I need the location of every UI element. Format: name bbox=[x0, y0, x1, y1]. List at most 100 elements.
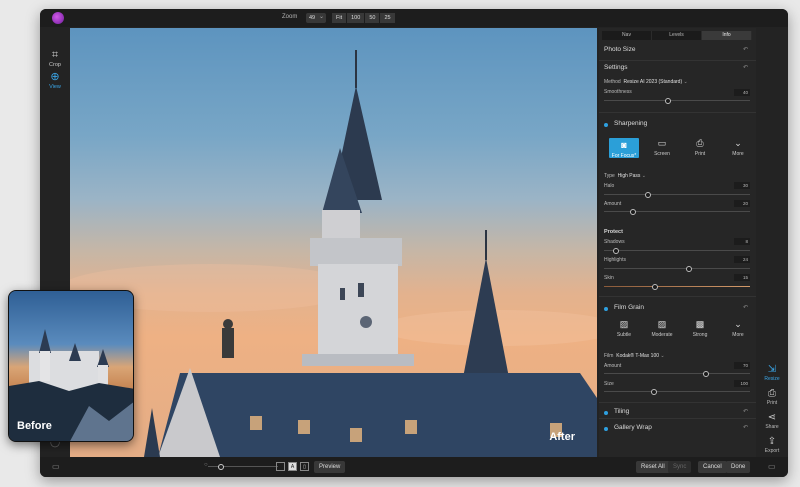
done-button[interactable]: Done bbox=[726, 461, 751, 473]
single-view-icon[interactable] bbox=[276, 462, 285, 471]
amount-slider[interactable] bbox=[604, 208, 750, 215]
halo-knob[interactable] bbox=[644, 191, 651, 198]
skin-slider[interactable] bbox=[604, 283, 750, 290]
reset-gallery-wrap-icon[interactable]: ↶ bbox=[743, 424, 748, 431]
grain-size-label: Size bbox=[604, 381, 614, 387]
film-row[interactable]: Film Kodak® T-Max 100 bbox=[604, 353, 665, 359]
sharpening-header[interactable]: Sharpening bbox=[599, 112, 756, 132]
zoom-out-icon[interactable]: ○ bbox=[204, 462, 208, 468]
gallery-wrap-header[interactable]: Gallery Wrap ↶ bbox=[599, 418, 756, 434]
type-row[interactable]: Type High Pass bbox=[604, 173, 646, 179]
preset-for-focus[interactable]: ◙ For Focus* bbox=[609, 138, 639, 159]
zoom-fit-button[interactable]: Fit bbox=[332, 13, 347, 23]
grain-amount-slider[interactable] bbox=[604, 370, 750, 377]
tab-levels[interactable]: Levels bbox=[652, 31, 702, 40]
zoom-25-button[interactable]: 25 bbox=[380, 13, 395, 23]
highlights-knob[interactable] bbox=[685, 265, 692, 272]
crop-tool[interactable]: ⌗ Crop bbox=[40, 49, 70, 68]
smoothness-slider[interactable] bbox=[604, 97, 750, 104]
share-icon: ⋖ bbox=[767, 412, 777, 423]
type-value[interactable]: High Pass bbox=[618, 173, 646, 179]
image-canvas[interactable]: After bbox=[70, 28, 597, 457]
grain-size-value[interactable]: 100 bbox=[734, 380, 750, 387]
amount-value[interactable]: 20 bbox=[734, 200, 750, 207]
method-value[interactable]: Resize AI 2023 (Standard) bbox=[623, 79, 687, 85]
grain-more-button[interactable]: ⌄ More bbox=[723, 319, 753, 338]
smoothness-value[interactable]: 40 bbox=[734, 89, 750, 96]
highlights-slider[interactable] bbox=[604, 265, 750, 272]
preset-more[interactable]: ⌄ More bbox=[723, 138, 753, 158]
rail-export-label: Export bbox=[764, 448, 780, 454]
toggle-right-panel-icon[interactable]: ▭ bbox=[768, 462, 776, 471]
settings-section[interactable]: Settings ↶ bbox=[599, 60, 756, 71]
grain-more-label: More bbox=[732, 332, 744, 338]
tiling-header[interactable]: Tiling ↶ bbox=[599, 402, 756, 418]
smoothness-knob[interactable] bbox=[665, 97, 672, 104]
tab-info[interactable]: Info bbox=[702, 31, 752, 40]
film-grain-presets: ▨ Subtle ▨ Moderate ▩ Strong ⌄ More bbox=[609, 319, 753, 338]
grain-size-slider[interactable] bbox=[604, 388, 750, 395]
zoom-50-button[interactable]: 50 bbox=[365, 13, 380, 23]
shadows-slider[interactable] bbox=[604, 247, 750, 254]
reset-settings-icon[interactable]: ↶ bbox=[743, 64, 748, 71]
skin-value[interactable]: 15 bbox=[734, 274, 750, 281]
camera-icon: ◙ bbox=[621, 140, 627, 150]
grain-subtle-button[interactable]: ▨ Subtle bbox=[609, 319, 639, 338]
rail-export[interactable]: ⇪ Export bbox=[756, 436, 788, 454]
tiling-dot[interactable] bbox=[604, 411, 608, 415]
toggle-left-panel-icon[interactable]: ▭ bbox=[52, 462, 60, 471]
gallery-wrap-dot[interactable] bbox=[604, 427, 608, 431]
cancel-button[interactable]: Cancel bbox=[698, 461, 727, 473]
reset-all-button[interactable]: Reset All bbox=[636, 461, 670, 473]
photo-size-section[interactable]: Photo Size ↶ bbox=[599, 46, 756, 53]
preview-button[interactable]: Preview bbox=[314, 461, 346, 473]
film-value[interactable]: Kodak® T-Max 100 bbox=[616, 353, 664, 359]
before-label: Before bbox=[17, 420, 52, 432]
settings-panel: Nav Levels Info Photo Size ↶ Settings ↶ … bbox=[599, 28, 756, 457]
after-label: After bbox=[549, 431, 575, 443]
method-row[interactable]: Method Resize AI 2023 (Standard) bbox=[604, 79, 688, 85]
app-window: Zoom 49 Fit 100 50 25 ⌗ Crop ⊕ View ◯ bbox=[40, 9, 788, 477]
rail-print[interactable]: ⎙ Print bbox=[756, 388, 788, 406]
view-tool[interactable]: ⊕ View bbox=[40, 71, 70, 90]
rail-share[interactable]: ⋖ Share bbox=[756, 412, 788, 430]
film-grain-enabled-dot[interactable] bbox=[604, 307, 608, 311]
zoom-select[interactable]: 49 bbox=[306, 13, 326, 23]
zoom-100-button[interactable]: 100 bbox=[347, 13, 365, 23]
grain-amount-knob[interactable] bbox=[703, 370, 710, 377]
film-grain-header[interactable]: Film Grain ↶ bbox=[599, 296, 756, 316]
highlights-value[interactable]: 24 bbox=[734, 256, 750, 263]
sync-button[interactable]: Sync bbox=[668, 461, 692, 473]
halo-slider[interactable] bbox=[604, 191, 750, 198]
halo-value[interactable]: 30 bbox=[734, 182, 750, 189]
compare-view-icon[interactable]: ▯ bbox=[300, 462, 309, 471]
panel-tabs: Nav Levels Info bbox=[602, 31, 752, 40]
amount-knob[interactable] bbox=[630, 208, 637, 215]
rail-resize-label: Resize bbox=[764, 376, 780, 382]
tab-nav[interactable]: Nav bbox=[602, 31, 652, 40]
reset-tiling-icon[interactable]: ↶ bbox=[743, 408, 748, 415]
grain-amount-value[interactable]: 70 bbox=[734, 362, 750, 369]
sharpening-enabled-dot[interactable] bbox=[604, 123, 608, 127]
preset-print[interactable]: ⎙ Print bbox=[685, 138, 715, 158]
grain-size-knob[interactable] bbox=[650, 388, 657, 395]
reset-film-grain-icon[interactable]: ↶ bbox=[743, 304, 748, 311]
shadows-value[interactable]: 8 bbox=[734, 238, 750, 245]
sharpening-presets: ◙ For Focus* ▭ Screen ⎙ Print ⌄ More bbox=[609, 138, 753, 159]
grain-moderate-button[interactable]: ▨ Moderate bbox=[647, 319, 677, 338]
more-chevron-icon: ⌄ bbox=[734, 319, 742, 329]
preset-screen-label: Screen bbox=[654, 151, 670, 157]
reset-photo-size-icon[interactable]: ↶ bbox=[743, 46, 748, 53]
bottom-zoom-knob[interactable] bbox=[218, 463, 224, 470]
rail-resize[interactable]: ⇲ Resize bbox=[756, 364, 788, 382]
skin-knob[interactable] bbox=[652, 283, 659, 290]
split-view-icon[interactable]: A bbox=[288, 462, 297, 471]
method-label: Method bbox=[604, 79, 621, 85]
crop-tool-label: Crop bbox=[49, 62, 61, 68]
film-grain-title: Film Grain bbox=[614, 304, 644, 311]
before-thumbnail[interactable]: Before bbox=[8, 290, 134, 442]
bottom-zoom-slider[interactable] bbox=[208, 463, 278, 470]
preset-screen[interactable]: ▭ Screen bbox=[647, 138, 677, 158]
grain-strong-button[interactable]: ▩ Strong bbox=[685, 319, 715, 338]
shadows-knob[interactable] bbox=[612, 247, 619, 254]
